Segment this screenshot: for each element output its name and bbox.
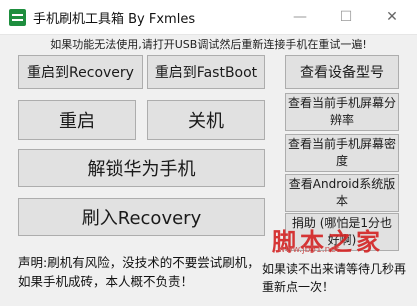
title-bar: 手机刷机工具箱 By Fxmles — ☐ ✕ [0,0,417,35]
reboot-fastboot-button[interactable]: 重启到FastBoot [147,55,265,89]
window-title: 手机刷机工具箱 By Fxmles [33,12,196,27]
view-android-version-button[interactable]: 查看Android系统版本 [285,174,399,212]
view-resolution-button[interactable]: 查看当前手机屏幕分辨率 [285,93,399,131]
view-density-button[interactable]: 查看当前手机屏幕密度 [285,134,399,172]
minimize-button[interactable]: — [277,0,323,34]
reboot-button[interactable]: 重启 [18,100,136,140]
unlock-huawei-button[interactable]: 解锁华为手机 [18,149,265,187]
watermark-url: www.jb51.net [278,245,340,255]
app-icon [9,9,26,26]
disclaimer-text: 声明:刷机有风险，没技术的不要尝试刷机，如果手机成砖，本人概不负责！ [18,255,260,289]
flash-recovery-button[interactable]: 刷入Recovery [18,198,265,236]
usb-debug-notice: 如果功能无法使用,请打开USB调试然后重新连接手机在重试一遍! [50,38,367,51]
retry-hint-text: 如果读不出来请等待几秒再重新点一次！ [262,262,407,294]
close-button[interactable]: ✕ [369,0,415,34]
view-model-button[interactable]: 查看设备型号 [285,55,399,89]
maximize-button[interactable]: ☐ [323,0,369,34]
shutdown-button[interactable]: 关机 [147,100,265,140]
reboot-recovery-button[interactable]: 重启到Recovery [18,55,143,89]
